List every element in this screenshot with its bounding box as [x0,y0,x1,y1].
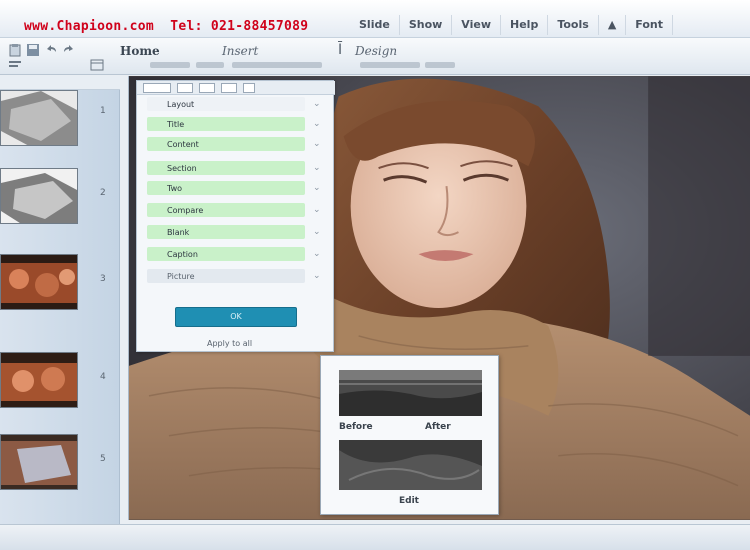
layout-icon[interactable] [90,59,104,74]
ribbon-group [150,62,190,68]
status-bar [0,524,750,550]
menu-item-arrow[interactable]: ▲ [599,15,627,35]
menu-item-help[interactable]: Help [501,15,549,35]
slide-thumbnail[interactable] [0,434,78,490]
slide-thumbnail[interactable] [0,90,78,146]
chevron-down-icon[interactable]: ⌄ [313,99,321,109]
slide-thumbnail[interactable] [0,254,78,310]
option-label: Title [167,120,185,129]
option-label: Section [167,164,197,173]
dialog-tab[interactable] [221,82,237,93]
slide-number: 4 [100,372,106,382]
paste-icon[interactable] [8,43,22,60]
menu-bar: Slide Show View Help Tools ▲ Font [350,15,673,35]
format-icon[interactable] [8,59,22,74]
dialog-tabs [137,81,335,95]
watermark-text: www.Chapioon.com Tel: 021-88457089 [24,19,309,34]
chevron-down-icon[interactable]: ⌄ [313,139,321,149]
option-label: Caption [167,250,198,259]
menu-item-view[interactable]: View [452,15,502,35]
slide-number: 5 [100,454,106,464]
preview-panel: Before After Edit [320,355,499,515]
design-icon[interactable]: Ī [338,42,342,58]
dialog-tab[interactable] [199,82,215,93]
ok-button[interactable]: OK [175,307,297,327]
preview-label-left: Before [339,422,373,432]
undo-icon[interactable] [44,43,58,60]
layout-dialog: Layout ⌄ Title ⌄ Content ⌄ Section ⌄ Two… [136,80,335,352]
preview-image-bottom[interactable] [339,440,482,490]
chevron-down-icon[interactable]: ⌄ [313,183,321,193]
option-label: Blank [167,228,190,237]
dialog-footer-text: Apply to all [207,339,253,348]
preview-label-bottom: Edit [399,496,419,506]
option-label: Content [167,140,199,149]
ribbon-toolbar: Home Insert Design Ī ✕ [0,38,750,102]
chevron-down-icon[interactable]: ⌄ [313,119,321,129]
slides-panel: 1 2 3 4 5 [0,76,120,524]
option-label: Layout [167,100,195,109]
ribbon-group [360,62,420,68]
menu-item-show[interactable]: Show [400,15,453,35]
ribbon-group [196,62,224,68]
ribbon-group [232,62,322,68]
option-label: Picture [167,272,195,281]
preview-label-right: After [425,422,451,432]
option-label: Two [167,184,182,193]
slide-number: 1 [100,106,106,116]
dialog-tab[interactable] [243,82,255,93]
ribbon-group [425,62,455,68]
tab-home[interactable]: Home [120,44,160,58]
chevron-down-icon[interactable]: ⌄ [313,227,321,237]
tab-insert[interactable]: Insert [222,44,258,58]
preview-image-top[interactable] [339,370,482,416]
chevron-down-icon[interactable]: ⌄ [313,205,321,215]
slide-number: 2 [100,188,106,198]
save-icon[interactable] [26,43,40,60]
slide-number: 3 [100,274,106,284]
chevron-down-icon[interactable]: ⌄ [313,163,321,173]
chevron-down-icon[interactable]: ⌄ [313,249,321,259]
tab-design[interactable]: Design [355,44,397,58]
slide-thumbnail[interactable] [0,352,78,408]
menu-item-font[interactable]: Font [626,15,673,35]
dialog-tab[interactable] [177,82,193,93]
title-bar: www.Chapioon.com Tel: 021-88457089 Slide… [0,0,750,38]
slide-thumbnail[interactable] [0,168,78,224]
chevron-down-icon[interactable]: ⌄ [313,271,321,281]
redo-icon[interactable] [62,43,76,60]
dialog-tab[interactable] [143,82,171,93]
option-label: Compare [167,206,204,215]
slides-panel-header [0,76,120,90]
menu-item-slide[interactable]: Slide [350,15,400,35]
menu-item-tools[interactable]: Tools [548,15,599,35]
